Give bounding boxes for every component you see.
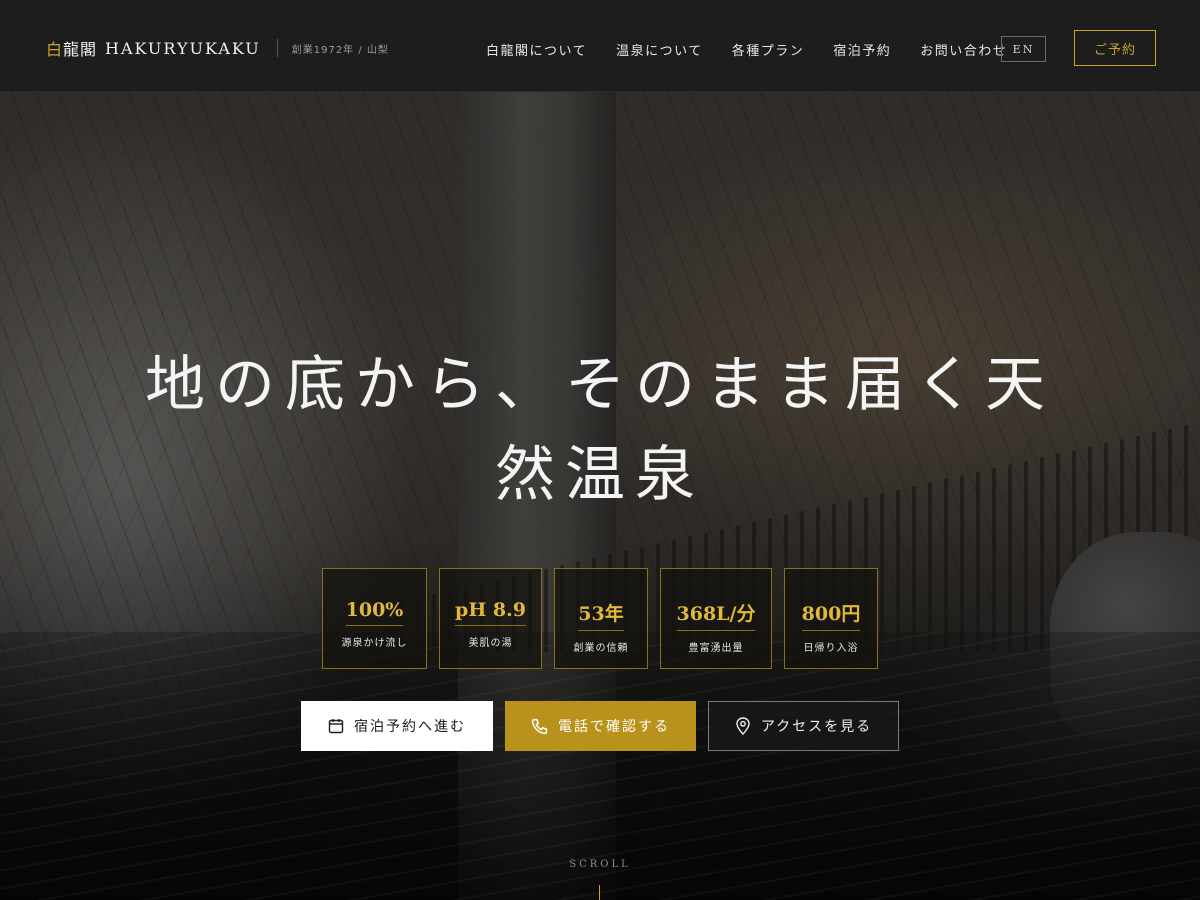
hero-headline-line1: 地の底から、そのまま届く天 <box>145 350 1055 420</box>
stat-value: 368L/分 <box>676 599 756 631</box>
stat-card-flow: 100% 源泉かけ流し <box>322 568 427 669</box>
nav-item-plans[interactable]: 各種プラン <box>732 40 805 59</box>
brand-kanji-accent: 白 <box>46 40 64 59</box>
book-stay-label: 宿泊予約へ進む <box>354 719 466 735</box>
stat-label: 美肌の湯 <box>468 638 513 649</box>
brand-divider <box>276 39 278 57</box>
scroll-indicator-label[interactable]: SCROLL <box>550 859 650 870</box>
main-nav: 白龍閣について 温泉について 各種プラン 宿泊予約 お問い合わせ <box>486 40 1036 59</box>
stat-label: 日帰り入浴 <box>803 643 859 654</box>
phone-icon <box>531 718 548 734</box>
brand-founded-text: 創業1972年 / 山梨 <box>291 44 389 56</box>
map-pin-icon <box>736 717 750 735</box>
scroll-indicator-line <box>599 885 600 900</box>
reserve-button[interactable]: ご予約 <box>1074 30 1156 66</box>
language-toggle-button[interactable]: EN <box>1001 36 1046 62</box>
stat-label: 創業の信頼 <box>573 643 629 654</box>
stat-label: 豊富湧出量 <box>688 643 744 654</box>
hero-stats: 100% 源泉かけ流し pH 8.9 美肌の湯 53年 創業の信頼 368L/分… <box>322 568 890 669</box>
nav-item-booking[interactable]: 宿泊予約 <box>833 40 891 59</box>
stat-label: 源泉かけ流し <box>341 638 408 649</box>
phone-confirm-label: 電話で確認する <box>558 719 670 735</box>
stat-value: 53年 <box>578 599 624 631</box>
stat-value: 800円 <box>801 599 861 631</box>
calendar-icon <box>328 719 344 734</box>
hero-cta-group: 宿泊予約へ進む 電話で確認する アクセスを見る <box>301 701 911 751</box>
nav-item-onsen[interactable]: 温泉について <box>616 40 703 59</box>
book-stay-button[interactable]: 宿泊予約へ進む <box>301 701 493 751</box>
brand-roman-name: HAKURYUKAKU <box>105 38 261 58</box>
brand-logo[interactable]: 白 龍閣 HAKURYUKAKU 創業1972年 / 山梨 <box>46 36 389 60</box>
brand-kanji: 龍閣 <box>63 40 98 59</box>
phone-confirm-button[interactable]: 電話で確認する <box>505 701 696 751</box>
hero-headline: 地の底から、そのまま届く天 然温泉 <box>100 340 1100 520</box>
hero-section: 地の底から、そのまま届く天 然温泉 100% 源泉かけ流し pH 8.9 美肌の… <box>0 92 1200 900</box>
stat-card-ph: pH 8.9 美肌の湯 <box>439 568 542 669</box>
nav-item-about[interactable]: 白龍閣について <box>486 40 587 59</box>
stat-card-price: 800円 日帰り入浴 <box>784 568 878 669</box>
view-access-label: アクセスを見る <box>760 719 873 735</box>
view-access-button[interactable]: アクセスを見る <box>708 701 899 751</box>
site-header: 白 龍閣 HAKURYUKAKU 創業1972年 / 山梨 白龍閣について 温泉… <box>0 0 1200 92</box>
stat-value: pH 8.9 <box>455 599 526 626</box>
hero-headline-line2: 然温泉 <box>495 440 705 510</box>
stat-card-volume: 368L/分 豊富湧出量 <box>660 568 772 669</box>
stat-card-years: 53年 創業の信頼 <box>554 568 648 669</box>
stat-value: 100% <box>345 599 404 626</box>
nav-item-contact[interactable]: お問い合わせ <box>920 40 1007 59</box>
